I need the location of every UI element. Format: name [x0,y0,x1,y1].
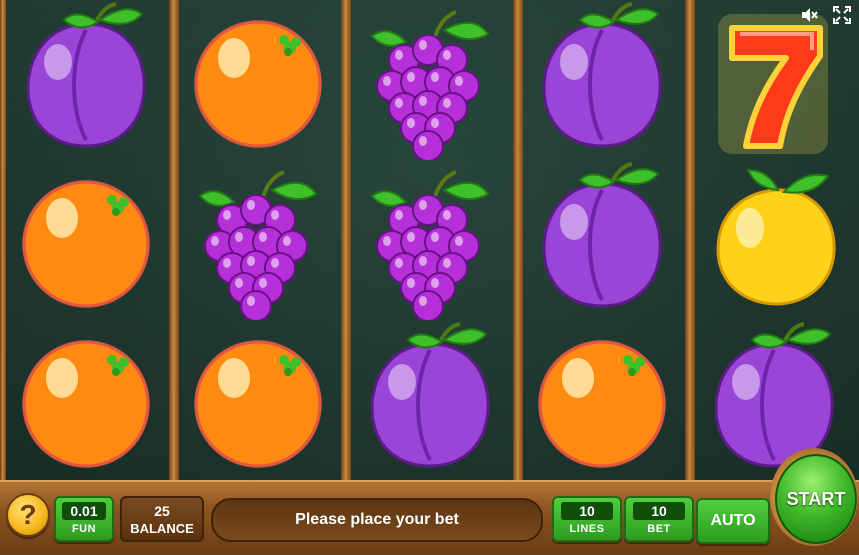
grapes-icon [370,10,490,160]
plum-icon [26,2,146,148]
balance-label: BALANCE [130,521,194,536]
symbol-grapes [172,160,344,320]
lines-value: 10 [561,502,613,520]
lines-selector[interactable]: 10 LINES [552,496,622,542]
symbol-grapes [344,0,516,160]
lemon-icon [716,168,836,306]
plum-icon [370,322,490,468]
orange-icon [22,340,150,468]
symbol-orange [516,320,688,480]
mute-button[interactable] [794,2,824,28]
coin-value: 0.01 [62,502,106,520]
fullscreen-icon [833,6,851,24]
sound-muted-icon [802,8,818,22]
status-message: Please place your bet [211,498,543,542]
lines-label: LINES [569,523,605,535]
bet-label: BET [647,523,671,535]
plum-icon [542,162,662,308]
symbol-plum [516,0,688,160]
start-button[interactable]: START [775,454,857,544]
auto-spin-button[interactable]: AUTO [696,498,770,544]
bet-selector[interactable]: 10 BET [624,496,694,542]
symbol-plum [516,160,688,320]
fullscreen-button[interactable] [827,2,857,28]
balance-display: 25 BALANCE [120,496,204,542]
coin-label: FUN [71,523,97,535]
symbol-plum [344,320,516,480]
orange-icon [22,180,150,308]
grapes-icon [198,170,318,320]
help-button[interactable]: ? [6,493,50,537]
orange-icon [194,20,322,148]
symbol-orange [172,320,344,480]
orange-icon [194,340,322,468]
slot-machine [0,0,859,553]
symbol-lemon [688,160,859,320]
symbol-orange [0,160,172,320]
grapes-icon [370,170,490,320]
bet-value: 10 [633,502,685,520]
symbol-grapes [344,160,516,320]
symbol-plum [0,0,172,160]
orange-icon [538,340,666,468]
coin-value-selector[interactable]: 0.01 FUN [54,496,114,542]
balance-value: 25 [154,503,170,519]
plum-icon [542,2,662,148]
symbol-orange [172,0,344,160]
symbol-orange [0,320,172,480]
